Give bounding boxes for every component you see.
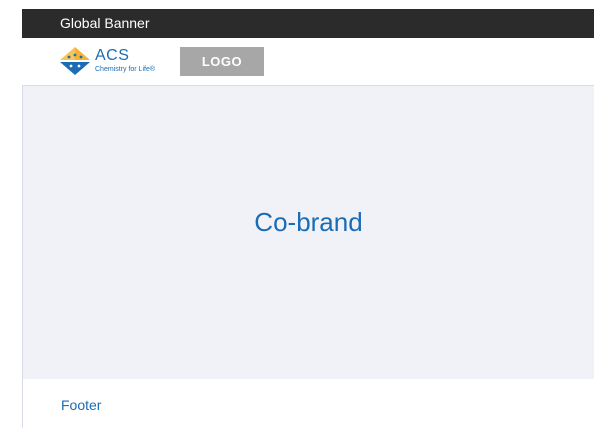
cobrand-logo-placeholder[interactable]: LOGO bbox=[180, 47, 264, 76]
global-banner-label: Global Banner bbox=[60, 15, 150, 31]
global-banner: Global Banner bbox=[22, 9, 594, 38]
acs-logo[interactable]: ACS Chemistry for Life® bbox=[59, 44, 179, 80]
page: Global Banner ACS Chemistry for Life® LO… bbox=[0, 0, 594, 428]
brand-name: ACS bbox=[95, 47, 130, 64]
acs-hexagon-logo-icon bbox=[60, 47, 90, 75]
brand-tagline: Chemistry for Life® bbox=[95, 66, 156, 73]
site-footer: Footer bbox=[22, 379, 594, 428]
cobrand-label: Co-brand bbox=[254, 207, 363, 237]
cobrand-region: Co-brand bbox=[22, 86, 594, 379]
footer-link[interactable]: Footer bbox=[61, 396, 101, 414]
site-header: ACS Chemistry for Life® LOGO bbox=[22, 38, 594, 86]
